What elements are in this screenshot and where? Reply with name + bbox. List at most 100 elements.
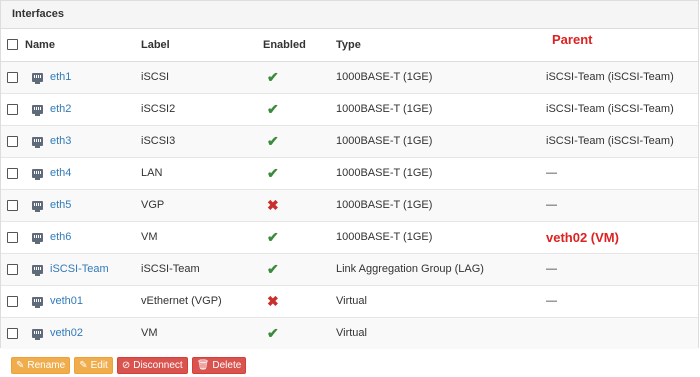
interface-name-link[interactable]: eth6 xyxy=(50,231,71,243)
interface-name-cell: eth6 xyxy=(25,231,141,244)
checkmark-icon: ✔ xyxy=(267,260,279,277)
row-checkbox[interactable] xyxy=(7,135,18,147)
row-checkbox[interactable] xyxy=(7,71,18,83)
interfaces-table: Name Label Enabled Type Parent eth1 iSCSI… xyxy=(1,29,698,349)
interface-label: vEthernet (VGP) xyxy=(141,295,222,307)
interface-label: iSCSI2 xyxy=(141,103,176,115)
row-checkbox[interactable] xyxy=(7,231,18,243)
interface-name-cell: eth4 xyxy=(25,167,141,180)
interface-label: VGP xyxy=(141,199,165,211)
column-header-name[interactable]: Name xyxy=(25,29,141,62)
network-port-icon xyxy=(32,136,43,148)
table-row[interactable]: eth5 VGP ✖ 1000BASE-T (1GE) — xyxy=(1,189,698,221)
pencil-icon: ✎ xyxy=(79,360,88,371)
column-header-enabled[interactable]: Enabled xyxy=(263,29,336,62)
interface-name-link[interactable]: eth5 xyxy=(50,199,71,211)
x-icon: ✖ xyxy=(267,196,279,213)
x-icon: ✖ xyxy=(267,292,279,309)
interface-parent[interactable]: iSCSI-Team (iSCSI-Team) xyxy=(546,103,674,115)
enabled-status: ✔ xyxy=(263,157,336,189)
disconnect-button-label: Disconnect xyxy=(133,360,183,371)
column-header-label[interactable]: Label xyxy=(141,29,263,62)
interface-label: iSCSI3 xyxy=(141,135,176,147)
table-row[interactable]: veth01 vEthernet (VGP) ✖ Virtual — xyxy=(1,285,698,317)
row-checkbox[interactable] xyxy=(7,103,18,115)
row-checkbox[interactable] xyxy=(7,263,18,275)
enabled-status: ✔ xyxy=(263,61,336,93)
interface-parent: — xyxy=(546,199,557,211)
row-checkbox[interactable] xyxy=(7,167,18,179)
enabled-status: ✔ xyxy=(263,317,336,349)
interface-name-cell: eth5 xyxy=(25,199,141,212)
table-row[interactable]: eth4 LAN ✔ 1000BASE-T (1GE) — xyxy=(1,157,698,189)
interface-parent[interactable]: iSCSI-Team (iSCSI-Team) xyxy=(546,135,674,147)
interface-type: 1000BASE-T (1GE) xyxy=(336,199,433,211)
table-row[interactable]: eth3 iSCSI3 ✔ 1000BASE-T (1GE) iSCSI-Team (i… xyxy=(1,125,698,157)
interface-label: iSCSI-Team xyxy=(141,263,200,275)
interface-type: 1000BASE-T (1GE) xyxy=(336,231,433,243)
interface-parent: — xyxy=(546,263,557,275)
enabled-status: ✖ xyxy=(263,189,336,221)
column-header-type[interactable]: Type xyxy=(336,29,546,62)
interface-name-link[interactable]: veth01 xyxy=(50,295,83,307)
interface-label: VM xyxy=(141,327,158,340)
interface-name-link[interactable]: eth2 xyxy=(50,103,71,115)
network-port-icon xyxy=(32,328,43,340)
panel-title: Interfaces xyxy=(1,1,698,29)
table-row[interactable]: veth02 VM ✔ Virtual xyxy=(1,317,698,349)
checkmark-icon: ✔ xyxy=(267,68,279,85)
rename-button[interactable]: ✎ Rename xyxy=(11,357,71,374)
interface-name-cell: eth1 xyxy=(25,71,141,84)
disconnect-button[interactable]: ⊘ Disconnect xyxy=(116,357,188,374)
network-port-icon xyxy=(32,168,43,180)
delete-button[interactable]: 🗑 Delete xyxy=(191,357,247,374)
checkmark-icon: ✔ xyxy=(267,228,279,245)
row-checkbox[interactable] xyxy=(7,295,18,307)
network-port-icon xyxy=(32,264,43,276)
interface-parent[interactable]: iSCSI-Team (iSCSI-Team) xyxy=(546,71,674,83)
edit-button[interactable]: ✎ Edit xyxy=(74,357,113,374)
rename-button-label: Rename xyxy=(27,360,66,371)
network-port-icon xyxy=(32,104,43,116)
interface-type: Virtual xyxy=(336,295,367,307)
edit-button-label: Edit xyxy=(90,360,108,371)
interface-type: 1000BASE-T (1GE) xyxy=(336,71,433,83)
table-row[interactable]: eth6 VM ✔ 1000BASE-T (1GE) veth02 (VM) xyxy=(1,221,698,253)
interface-name-link[interactable]: iSCSI-Team xyxy=(50,263,109,275)
interface-type: Link Aggregation Group (LAG) xyxy=(336,263,484,275)
checkmark-icon: ✔ xyxy=(267,100,279,117)
disconnect-icon: ⊘ xyxy=(121,360,131,371)
interface-type: 1000BASE-T (1GE) xyxy=(336,103,433,115)
action-toolbar: ✎ Rename ✎ Edit ⊘ Disconnect 🗑 Delete xyxy=(11,357,247,374)
interface-label: iSCSI xyxy=(141,71,170,83)
interface-type: Virtual xyxy=(336,327,367,340)
interface-label: VM xyxy=(141,231,158,243)
interface-name-cell: iSCSI-Team xyxy=(25,263,141,276)
interface-name-link[interactable]: eth4 xyxy=(50,167,71,179)
row-checkbox[interactable] xyxy=(7,327,18,339)
row-checkbox[interactable] xyxy=(7,199,18,211)
network-port-icon xyxy=(32,296,43,308)
trash-icon: 🗑 xyxy=(196,360,210,371)
network-port-icon xyxy=(32,72,43,84)
interfaces-panel: Interfaces Name Label Enabled Type Paren… xyxy=(0,0,699,349)
table-row[interactable]: eth2 iSCSI2 ✔ 1000BASE-T (1GE) iSCSI-Team (i… xyxy=(1,93,698,125)
table-row[interactable]: iSCSI-Team iSCSI-Team ✔ Link Aggregation Gr… xyxy=(1,253,698,285)
network-port-icon xyxy=(32,232,43,244)
interface-parent: — xyxy=(546,167,557,179)
interface-name-link[interactable]: eth3 xyxy=(50,135,71,147)
enabled-status: ✔ xyxy=(263,253,336,285)
table-header-row: Name Label Enabled Type Parent xyxy=(1,29,698,62)
interface-name-link[interactable]: eth1 xyxy=(50,71,71,83)
interface-name-link[interactable]: veth02 xyxy=(50,327,83,339)
table-row[interactable]: eth1 iSCSI ✔ 1000BASE-T (1GE) iSCSI-Team (iS… xyxy=(1,61,698,93)
network-port-icon xyxy=(32,200,43,212)
enabled-status: ✔ xyxy=(263,93,336,125)
interface-name-cell: eth3 xyxy=(25,135,141,148)
enabled-status: ✔ xyxy=(263,221,336,253)
checkmark-icon: ✔ xyxy=(267,164,279,181)
interface-type: 1000BASE-T (1GE) xyxy=(336,135,433,147)
enabled-status: ✖ xyxy=(263,285,336,317)
select-all-checkbox[interactable] xyxy=(7,39,18,51)
pencil-icon: ✎ xyxy=(16,360,25,371)
